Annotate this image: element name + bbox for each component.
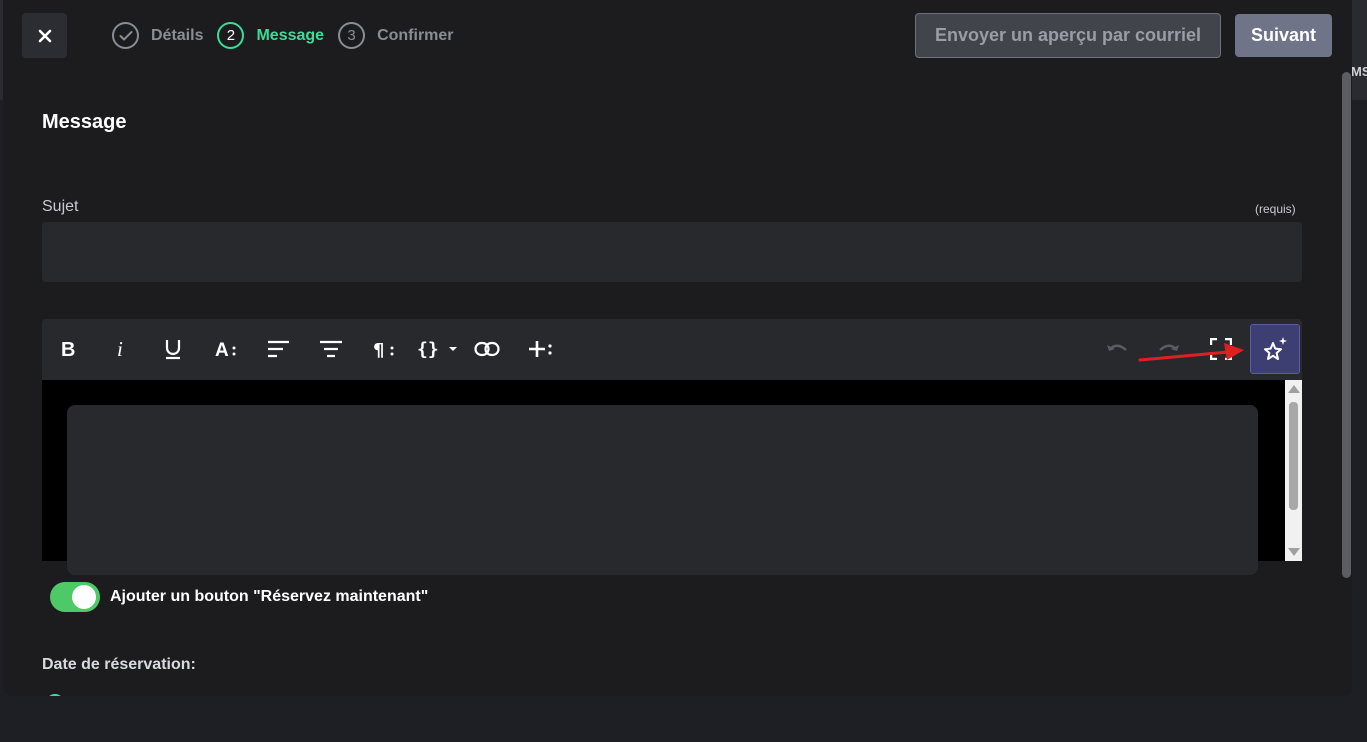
align-left-button[interactable] (263, 333, 295, 365)
modal-scrollbar-thumb[interactable] (1342, 72, 1351, 578)
align-center-button[interactable] (315, 333, 347, 365)
toggle-knob (72, 585, 96, 609)
step-message[interactable]: 2 Message (217, 22, 324, 49)
required-note: (requis) (1255, 202, 1296, 216)
undo-button[interactable] (1101, 333, 1133, 365)
annotation-arrow-icon (1138, 343, 1244, 362)
subject-label: Sujet (42, 198, 79, 215)
step-details[interactable]: Détails (112, 22, 203, 49)
svg-text:A: A (215, 340, 229, 359)
svg-text:¶: ¶ (373, 340, 384, 359)
underline-icon (165, 340, 181, 360)
booking-date-label: Date de réservation: (42, 656, 196, 673)
background-text: MS (1351, 64, 1367, 79)
underline-button[interactable] (157, 333, 189, 365)
step-number: 3 (338, 22, 366, 49)
next-button[interactable]: Suivant (1235, 14, 1332, 57)
scroll-down-arrow-icon[interactable] (1288, 548, 1300, 556)
step-number: 2 (217, 22, 245, 49)
check-icon (112, 22, 139, 49)
ai-sparkles-icon (1264, 337, 1287, 360)
scroll-up-arrow-icon[interactable] (1288, 385, 1300, 393)
ai-assistant-button[interactable] (1250, 324, 1300, 374)
font-size-button[interactable]: A (210, 333, 242, 365)
svg-text:B: B (61, 339, 75, 359)
book-now-toggle[interactable] (50, 582, 100, 612)
step-label: Confirmer (377, 26, 454, 44)
book-now-toggle-label: Ajouter un bouton "Réservez maintenant" (110, 588, 429, 605)
send-preview-button[interactable]: Envoyer un aperçu par courriel (915, 13, 1221, 58)
svg-text:{}: {} (417, 339, 439, 359)
undo-icon (1107, 344, 1127, 351)
link-button[interactable] (471, 333, 503, 365)
section-title: Message (42, 111, 127, 133)
step-confirm[interactable]: 3 Confirmer (338, 22, 454, 49)
close-button[interactable] (22, 13, 67, 58)
italic-icon: i (117, 339, 123, 359)
variables-icon: {} (417, 339, 457, 359)
font-size-icon: A (215, 340, 236, 359)
bold-icon: B (61, 339, 75, 359)
rich-text-editor: B i A ¶ {} (42, 319, 1302, 575)
insert-button[interactable] (525, 333, 557, 365)
align-center-icon (320, 340, 342, 358)
editor-scrollbar[interactable] (1285, 380, 1302, 561)
subject-input[interactable] (42, 222, 1302, 282)
editor-content-area[interactable] (42, 380, 1302, 575)
step-label: Message (256, 26, 325, 44)
step-label: Détails (151, 26, 204, 44)
insert-icon (529, 341, 552, 357)
close-icon (38, 29, 51, 42)
svg-text:i: i (117, 339, 123, 359)
email-body-canvas[interactable] (67, 405, 1258, 575)
booking-date-radio[interactable] (46, 694, 64, 696)
paragraph-button[interactable]: ¶ (368, 333, 400, 365)
link-icon (474, 341, 500, 357)
stepper: Détails 2 Message 3 Confirmer (112, 22, 468, 49)
modal-header: Détails 2 Message 3 Confirmer Envoyer un… (3, 0, 1352, 72)
bold-button[interactable]: B (52, 333, 84, 365)
editor-toolbar: B i A ¶ {} (42, 319, 1302, 380)
scrollbar-thumb[interactable] (1289, 402, 1298, 510)
align-left-icon (268, 340, 289, 358)
variables-button[interactable]: {} (416, 333, 462, 365)
italic-button[interactable]: i (105, 333, 137, 365)
paragraph-icon: ¶ (373, 340, 394, 359)
